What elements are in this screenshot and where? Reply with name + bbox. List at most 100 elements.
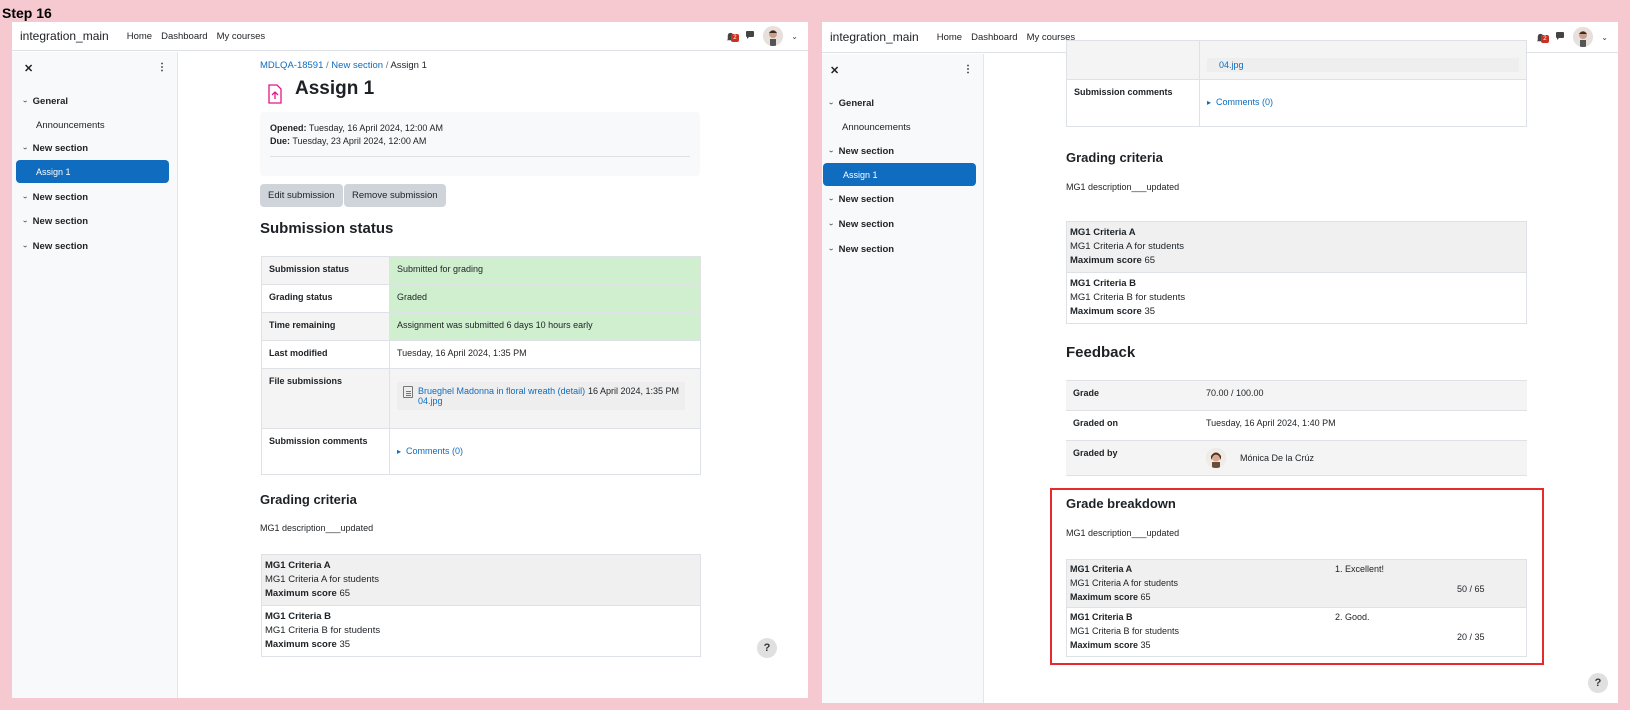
- notification-badge: 2: [731, 34, 739, 42]
- row-value: 70.00 / 100.00: [1199, 380, 1527, 411]
- nav-dashboard-link[interactable]: Dashboard: [971, 32, 1017, 43]
- chevron-icon: ›: [826, 198, 836, 201]
- site-brand[interactable]: integration_main: [20, 29, 109, 43]
- criterion-description: MG1 Criteria A for students: [265, 574, 380, 585]
- messages-icon[interactable]: [1555, 28, 1565, 46]
- opened-value: Tuesday, 16 April 2024, 12:00 AM: [308, 123, 443, 133]
- expand-triangle-icon[interactable]: ▸: [397, 447, 401, 456]
- grading-criteria-description: MG1 description___updated: [260, 523, 374, 533]
- course-index-drawer: ✕ ⋮ › General Announcements › New section …: [12, 52, 178, 698]
- drawer-item-announcements[interactable]: Announcements: [36, 120, 105, 131]
- breadcrumb: MDLQA-18591 / New section / Assign 1: [260, 60, 427, 71]
- remove-submission-button[interactable]: Remove submission: [344, 184, 446, 207]
- site-brand[interactable]: integration_main: [830, 30, 919, 44]
- drawer-item-assign-1[interactable]: Assign 1: [16, 160, 169, 183]
- drawer-section-new-section[interactable]: › New section: [20, 216, 88, 227]
- user-menu-chevron-icon[interactable]: ⌄: [791, 32, 798, 41]
- file-link[interactable]: 04.jpg: [1219, 60, 1244, 70]
- drawer-options-icon[interactable]: ⋮: [157, 62, 167, 73]
- drawer-section-new-section[interactable]: › New section: [826, 194, 895, 205]
- criterion-name: MG1 Criteria B: [1070, 612, 1133, 622]
- close-drawer-icon[interactable]: ✕: [830, 64, 839, 77]
- chevron-icon: ›: [20, 220, 30, 223]
- section-label: New section: [838, 146, 895, 157]
- grading-criteria-heading: Grading criteria: [260, 492, 357, 507]
- max-score-value: 65: [1140, 592, 1151, 602]
- section-label: General: [838, 98, 875, 109]
- drawer-section-new-section[interactable]: › New section: [20, 192, 88, 203]
- notification-bell-icon[interactable]: 2: [1535, 31, 1549, 43]
- due-label: Due:: [270, 136, 290, 146]
- criterion-level: 2. Good.: [1335, 612, 1370, 622]
- criterion-description: MG1 Criteria B for students: [1070, 626, 1180, 636]
- file-icon: [403, 386, 413, 398]
- chevron-icon: ›: [20, 196, 30, 199]
- chevron-icon: ›: [20, 147, 30, 150]
- drawer-section-general[interactable]: › General: [21, 96, 68, 107]
- user-avatar[interactable]: [1573, 27, 1594, 47]
- nav-home-link[interactable]: Home: [127, 31, 152, 42]
- notification-badge: 2: [1541, 35, 1549, 43]
- drawer-section-new-section[interactable]: › New section: [20, 241, 88, 252]
- breadcrumb-section-link[interactable]: New section: [331, 60, 383, 71]
- step-label: Step 16: [2, 5, 52, 21]
- comments-cell: ▸ Comments (0): [389, 428, 701, 475]
- max-score-label: Maximum score: [1070, 255, 1142, 266]
- drawer-item-assign-1[interactable]: Assign 1: [823, 163, 976, 186]
- user-menu-chevron-icon[interactable]: ⌄: [1601, 33, 1608, 42]
- chevron-icon: ›: [20, 245, 30, 248]
- help-button[interactable]: ?: [1588, 673, 1608, 693]
- grading-criteria-table: MG1 Criteria A MG1 Criteria A for studen…: [261, 554, 701, 657]
- nav-dashboard-link[interactable]: Dashboard: [161, 31, 207, 42]
- row-value: Submitted for grading: [389, 256, 701, 285]
- drawer-section-general[interactable]: › General: [827, 98, 875, 109]
- section-label: New section: [838, 219, 895, 230]
- table-row: Time remaining Assignment was submitted …: [261, 312, 701, 341]
- drawer-section-new-section[interactable]: › New section: [827, 244, 894, 255]
- right-browser-frame: integration_main Home Dashboard My cours…: [822, 22, 1618, 703]
- criterion-row: MG1 Criteria A MG1 Criteria A for studen…: [1067, 222, 1526, 273]
- notification-bell-icon[interactable]: 2: [725, 30, 739, 42]
- help-button[interactable]: ?: [757, 638, 777, 658]
- grader-avatar: [1206, 448, 1226, 468]
- user-avatar[interactable]: [763, 26, 784, 46]
- breadcrumb-current: Assign 1: [390, 60, 427, 71]
- row-label: Graded by: [1066, 440, 1199, 476]
- drawer-section-new-section[interactable]: › New section: [20, 143, 88, 154]
- course-index-drawer: ✕ ⋮ › General Announcements › New section …: [822, 54, 984, 703]
- grading-criteria-description: MG1 description___updated: [1066, 182, 1180, 192]
- navbar: integration_main Home Dashboard My cours…: [12, 22, 808, 51]
- drawer-options-icon[interactable]: ⋮: [963, 64, 973, 75]
- grading-criteria-heading: Grading criteria: [1066, 150, 1163, 165]
- max-score-label: Maximum score: [265, 588, 337, 599]
- chevron-icon: ›: [826, 223, 836, 226]
- criterion-name: MG1 Criteria A: [1070, 227, 1136, 238]
- close-drawer-icon[interactable]: ✕: [24, 62, 33, 75]
- section-label: New section: [838, 194, 895, 205]
- expand-triangle-icon[interactable]: ▸: [1207, 98, 1211, 107]
- criterion-description: MG1 Criteria B for students: [265, 625, 381, 636]
- feedback-heading: Feedback: [1066, 344, 1136, 361]
- drawer-item-announcements[interactable]: Announcements: [842, 122, 911, 133]
- criterion-row: MG1 Criteria A MG1 Criteria A for studen…: [262, 555, 700, 606]
- due-value: Tuesday, 23 April 2024, 12:00 AM: [292, 136, 427, 146]
- table-row: File submissions Brueghel Madonna in flo…: [261, 368, 701, 429]
- breakdown-row: MG1 Criteria B MG1 Criteria B for studen…: [1067, 608, 1526, 656]
- max-score-value: 65: [1144, 255, 1156, 266]
- comments-link[interactable]: Comments (0): [1216, 97, 1273, 107]
- edit-submission-button[interactable]: Edit submission: [260, 184, 343, 207]
- table-row: 04.jpg: [1066, 40, 1527, 80]
- file-date: 16 April 2024, 1:35 PM: [587, 386, 679, 396]
- comments-link[interactable]: Comments (0): [406, 446, 463, 456]
- nav-my-courses-link[interactable]: My courses: [217, 31, 266, 42]
- breadcrumb-course-link[interactable]: MDLQA-18591: [260, 60, 323, 71]
- drawer-section-new-section[interactable]: › New section: [826, 146, 895, 157]
- messages-icon[interactable]: [745, 27, 755, 45]
- chevron-icon: ›: [826, 150, 836, 153]
- file-link[interactable]: Brueghel Madonna in floral wreath (detai…: [418, 386, 603, 406]
- drawer-section-new-section[interactable]: › New section: [826, 219, 895, 230]
- criterion-row: MG1 Criteria B MG1 Criteria B for studen…: [1067, 273, 1526, 323]
- comments-cell: ▸ Comments (0): [1199, 79, 1527, 127]
- submission-status-table: Submission status Submitted for grading …: [261, 256, 701, 475]
- nav-home-link[interactable]: Home: [937, 32, 962, 43]
